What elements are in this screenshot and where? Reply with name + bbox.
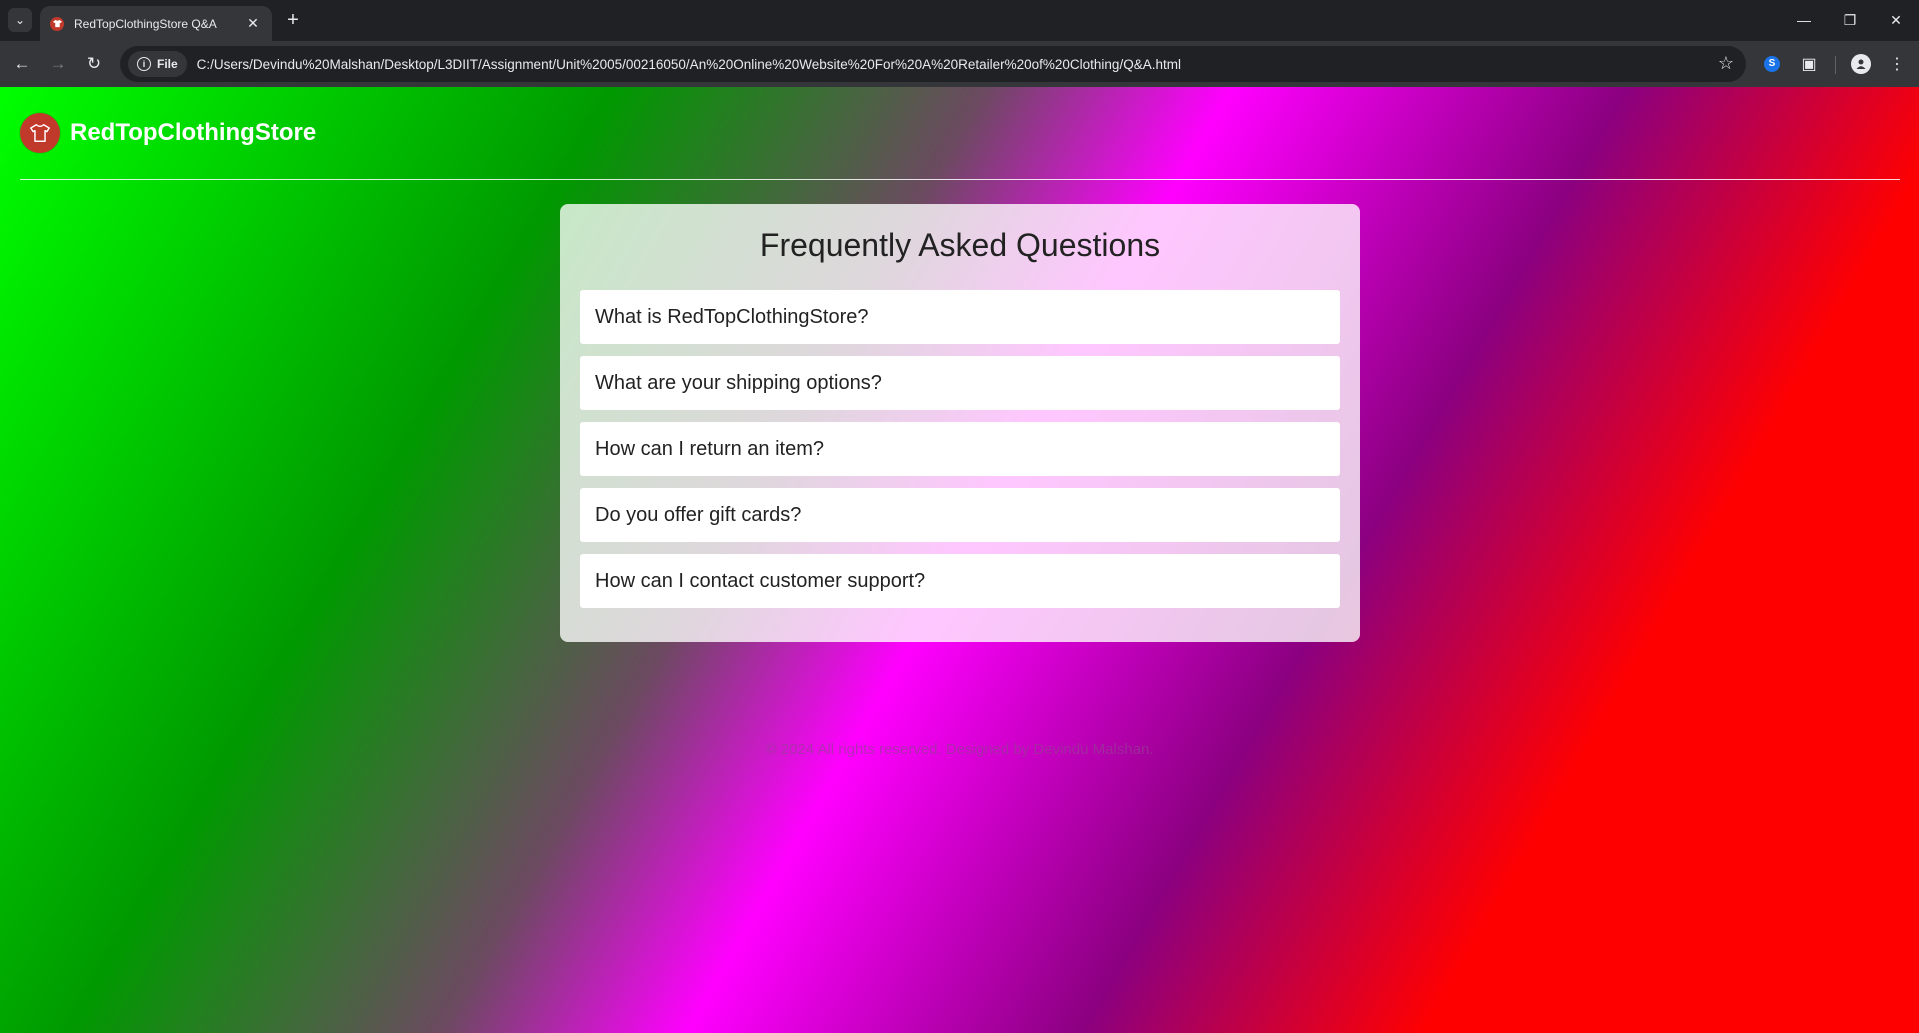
faq-question[interactable]: How can I contact customer support? (580, 554, 1340, 608)
faq-title: Frequently Asked Questions (759, 227, 1161, 263)
page-viewport: RedTopClothingStore Frequently Asked Que… (0, 87, 1919, 1033)
site-name[interactable]: RedTopClothingStore (70, 119, 316, 147)
site-footer: © 2024 All rights reserved. Designed by … (765, 741, 1154, 758)
toolbar-divider (1835, 56, 1836, 74)
faq-question[interactable]: Do you offer gift cards? (580, 488, 1340, 542)
faq-question[interactable]: What are your shipping options? (580, 356, 1340, 410)
info-icon: i (137, 57, 151, 71)
shirt-favicon-icon (50, 16, 64, 31)
new-tab-button[interactable]: + (282, 9, 304, 31)
address-bar[interactable]: i File C:/Users/Devindu%20Malshan/Deskto… (120, 46, 1746, 82)
chevron-down-icon: ⌄ (14, 13, 26, 27)
forward-arrow-icon[interactable]: → (46, 52, 70, 76)
site-info-label: File (157, 57, 178, 71)
back-arrow-icon[interactable]: ← (10, 52, 34, 76)
close-window-icon[interactable]: ✕ (1874, 6, 1918, 34)
tab-title: RedTopClothingStore Q&A (74, 16, 217, 31)
reload-icon[interactable]: ↻ (82, 52, 106, 76)
extensions-puzzle-icon[interactable]: ▣ (1797, 52, 1821, 76)
browser-tab-active[interactable]: RedTopClothingStore Q&A ✕ (40, 6, 272, 41)
browser-menu-icon[interactable]: ⋮ (1885, 52, 1909, 76)
browser-tabstrip: ⌄ RedTopClothingStore Q&A ✕ + — ❐ ✕ (0, 0, 1919, 41)
faq-question[interactable]: What is RedTopClothingStore? (580, 290, 1340, 344)
tab-close-icon[interactable]: ✕ (244, 15, 262, 32)
profile-avatar-icon[interactable] (1849, 52, 1873, 76)
restore-icon[interactable]: ❐ (1828, 6, 1872, 34)
shirt-logo-icon[interactable] (20, 113, 60, 153)
tab-search-button[interactable]: ⌄ (8, 8, 32, 32)
extension-blue-icon[interactable]: S (1760, 52, 1784, 76)
url-text[interactable]: C:/Users/Devindu%20Malshan/Desktop/L3DII… (197, 57, 1181, 72)
minimize-icon[interactable]: — (1782, 6, 1826, 34)
faq-question[interactable]: How can I return an item? (580, 422, 1340, 476)
bookmark-star-icon[interactable]: ☆ (1718, 53, 1734, 74)
faq-section: Frequently Asked Questions What is RedTo… (560, 204, 1360, 642)
site-info-chip[interactable]: i File (128, 51, 187, 77)
browser-toolbar: ← → ↻ i File C:/Users/Devindu%20Malshan/… (0, 41, 1919, 87)
site-header: RedTopClothingStore (20, 87, 1900, 180)
